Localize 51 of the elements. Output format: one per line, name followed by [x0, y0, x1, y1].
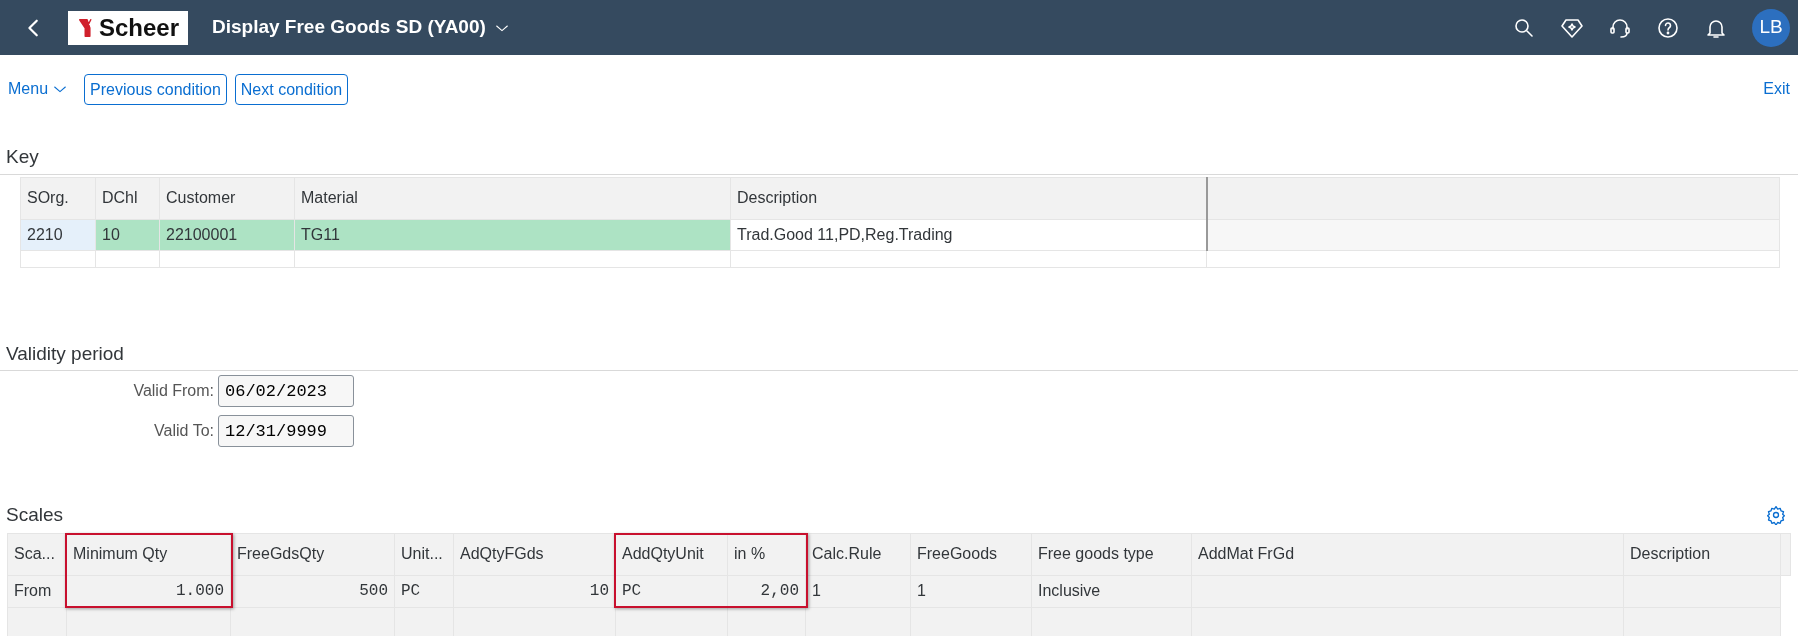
section-title: Validity period: [0, 339, 1798, 371]
column-header: Description: [1623, 533, 1781, 575]
column-header: Material: [294, 177, 731, 219]
section-title: Scales: [5, 503, 64, 527]
table-cell: Inclusive: [1031, 575, 1192, 607]
column-header: Calc.Rule: [805, 533, 911, 575]
user-avatar[interactable]: LB: [1752, 8, 1790, 47]
table-cell: 10: [95, 219, 160, 250]
column-header: Customer: [159, 177, 295, 219]
column-header: FreeGdsQty: [230, 533, 395, 575]
column-header: AdQtyFGds: [453, 533, 616, 575]
table-settings-button[interactable]: [1766, 505, 1786, 526]
field-label: Valid To:: [153, 421, 214, 441]
menu-button[interactable]: Menu: [8, 77, 69, 101]
column-header: SOrg.: [20, 177, 96, 219]
column-header: in %: [727, 533, 806, 575]
table-cell: 22100001: [159, 219, 295, 250]
settings-icon: [1766, 505, 1786, 526]
table-cell: 2,00: [727, 575, 806, 607]
app-title-menu[interactable]: Display Free Goods SD (YA00): [212, 13, 510, 42]
column-header: FreeGoods: [910, 533, 1032, 575]
column-header: DChl: [95, 177, 160, 219]
table-cell: 2210: [20, 219, 96, 250]
table-cell: TG11: [294, 219, 731, 250]
toolbar-button[interactable]: Previous condition: [84, 73, 227, 105]
date-field[interactable]: 12/31/9999: [218, 415, 354, 447]
exit-button[interactable]: Exit: [1763, 77, 1790, 101]
toolbar-button[interactable]: [1656, 15, 1680, 40]
column-header: AddMat FrGd: [1191, 533, 1624, 575]
table-cell: 1: [805, 575, 911, 607]
column-header: Sca...: [7, 533, 67, 575]
help-icon: [1656, 15, 1680, 40]
date-field[interactable]: 06/02/2023: [218, 375, 354, 407]
table-cell: PC: [615, 575, 728, 607]
field-label: Valid From:: [132, 381, 214, 401]
column-header: Minimum Qty: [66, 533, 231, 575]
column-header: AddQtyUnit: [615, 533, 728, 575]
toolbar-button[interactable]: Next condition: [234, 73, 349, 105]
table-cell: 10: [453, 575, 616, 607]
column-header: Free goods type: [1031, 533, 1192, 575]
logo-text: Scheer: [98, 12, 180, 43]
table-cell: From: [7, 575, 67, 607]
column-header: Unit...: [394, 533, 454, 575]
table-cell: 500: [230, 575, 395, 607]
table-cell: Trad.Good 11,PD,Reg.Trading: [730, 219, 1207, 250]
table-cell: 1.000: [66, 575, 231, 607]
app-title: Display Free Goods SD (YA00): [212, 15, 486, 40]
column-header: Description: [730, 177, 1207, 219]
section-title: Key: [0, 143, 1798, 175]
table-cell: PC: [394, 575, 454, 607]
table-cell: 1: [910, 575, 1032, 607]
